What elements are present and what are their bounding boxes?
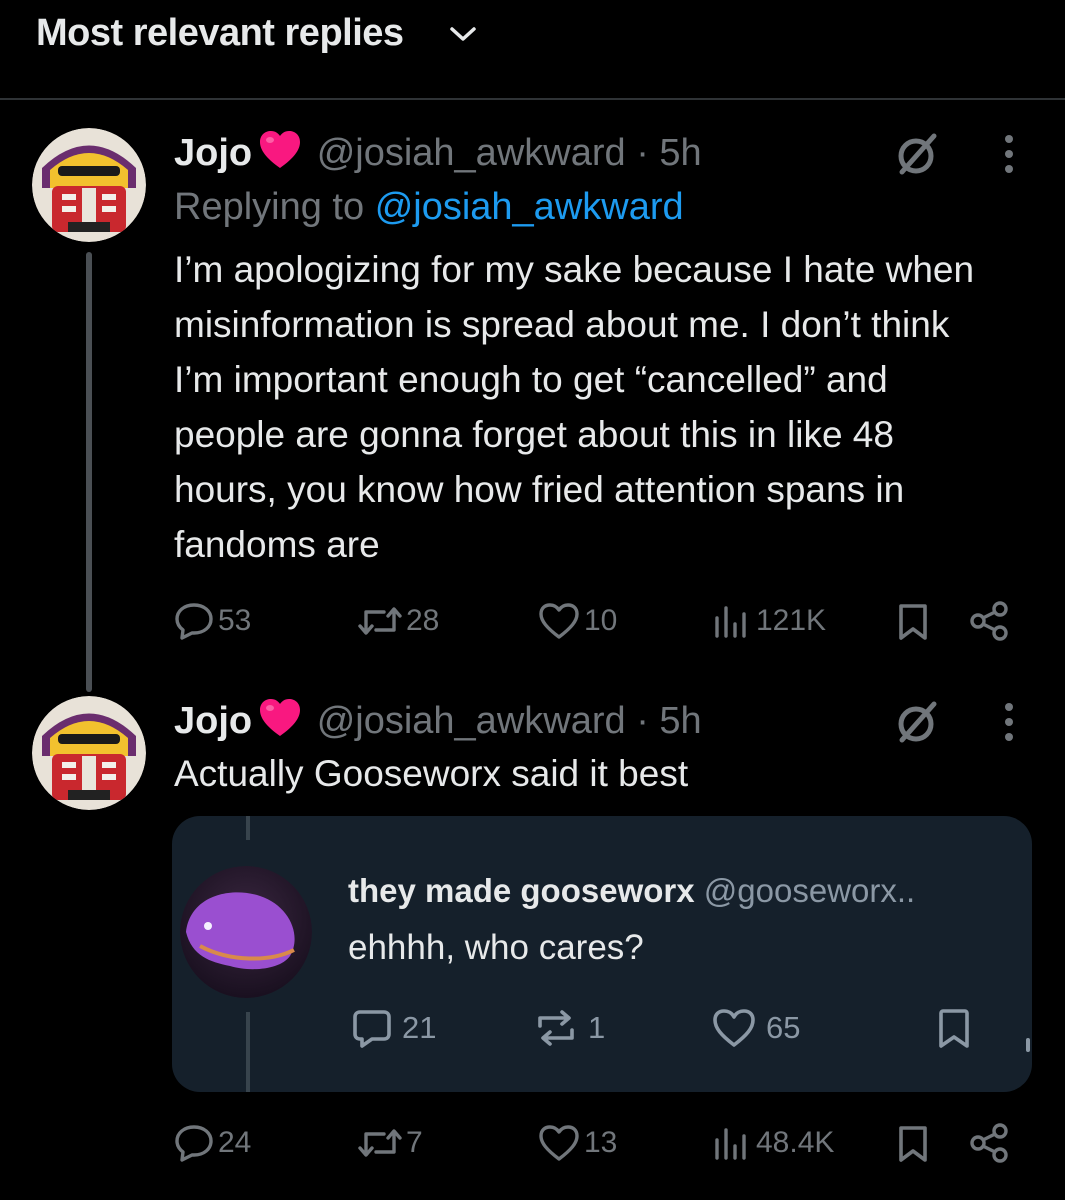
replying-to: Replying to @josiah_awkward [174, 186, 684, 229]
like-icon [539, 603, 579, 639]
replying-to-label: Replying to [174, 186, 365, 228]
repost-icon [358, 607, 402, 635]
share-icon[interactable] [968, 600, 1010, 642]
bookmark-icon[interactable] [896, 602, 930, 642]
quote-header: they made gooseworx @gooseworx.. [348, 872, 915, 910]
grok-icon[interactable] [894, 698, 942, 746]
grok-icon[interactable] [894, 130, 942, 178]
reply-icon [175, 1125, 213, 1162]
more-options-icon[interactable] [1000, 134, 1018, 174]
reply-count: 53 [218, 604, 252, 637]
timestamp[interactable]: 5h [659, 700, 701, 742]
separator-dot: · [636, 132, 649, 175]
reply-count: 24 [218, 1126, 252, 1159]
quote-handle: @gooseworx.. [703, 872, 916, 909]
avatar[interactable] [32, 696, 146, 810]
quote-like-stat: 65 [712, 1008, 800, 1048]
quote-reply-count: 21 [402, 1010, 437, 1045]
chevron-down-icon[interactable] [448, 24, 478, 44]
quoted-image[interactable]: they made gooseworx @gooseworx.. ehhhh, … [172, 816, 1032, 1092]
quote-reply-stat: 21 [352, 1008, 436, 1048]
views-button[interactable]: 121K [712, 602, 826, 640]
tweet-header: Jojo @josiah_awkward · 5h [174, 698, 702, 748]
user-handle[interactable]: @josiah_awkward [317, 132, 626, 174]
quote-clipped-icon [1026, 1038, 1030, 1052]
replying-to-handle[interactable]: @josiah_awkward [375, 186, 684, 228]
views-icon [715, 606, 746, 638]
tweet-text: I’m apologizing for my sake because I ha… [174, 249, 975, 565]
more-options-icon[interactable] [1000, 702, 1018, 742]
like-icon [539, 1125, 579, 1161]
avatar[interactable] [32, 128, 146, 242]
quote-display-name: they made gooseworx [348, 872, 695, 909]
replies-sort-header[interactable]: Most relevant replies [0, 0, 1065, 100]
like-count: 10 [584, 604, 618, 637]
repost-icon [358, 1129, 402, 1157]
repost-count: 7 [406, 1126, 423, 1159]
separator-dot: · [636, 700, 649, 743]
timestamp[interactable]: 5h [659, 132, 701, 174]
tweet-text: Actually Gooseworx said it best [174, 753, 689, 794]
display-name[interactable]: Jojo [174, 700, 252, 742]
quote-avatar [180, 866, 312, 998]
reply-button[interactable]: 24 [174, 1124, 251, 1162]
like-button[interactable]: 10 [538, 602, 617, 640]
views-count: 48.4K [756, 1126, 835, 1159]
like-button[interactable]: 13 [538, 1124, 617, 1162]
reply-icon [175, 603, 213, 640]
thread-connector-line [86, 252, 92, 692]
quote-like-count: 65 [766, 1010, 801, 1045]
repost-count: 28 [406, 604, 440, 637]
display-name[interactable]: Jojo [174, 132, 252, 174]
like-icon [713, 1009, 755, 1047]
sort-label: Most relevant replies [36, 12, 404, 54]
heart-emoji-icon [258, 130, 302, 180]
views-button[interactable]: 48.4K [712, 1124, 834, 1162]
views-count: 121K [756, 604, 827, 637]
repost-button[interactable]: 28 [358, 602, 439, 640]
views-icon [715, 1128, 746, 1160]
repost-icon [538, 1010, 574, 1046]
share-icon[interactable] [968, 1122, 1010, 1164]
repost-button[interactable]: 7 [358, 1124, 423, 1162]
quote-thread-line-bottom [246, 1012, 250, 1092]
user-handle[interactable]: @josiah_awkward [317, 700, 626, 742]
quote-text: ehhhh, who cares? [348, 928, 644, 967]
bookmark-icon[interactable] [896, 1124, 930, 1164]
quote-repost-stat: 1 [534, 1008, 605, 1048]
quote-thread-line-top [246, 816, 250, 840]
tweet-header: Jojo @josiah_awkward · 5h [174, 130, 702, 180]
quote-repost-count: 1 [588, 1010, 606, 1045]
reply-button[interactable]: 53 [174, 602, 251, 640]
heart-emoji-icon [258, 698, 302, 748]
reply-icon [353, 1010, 391, 1048]
bookmark-icon [939, 1009, 969, 1048]
like-count: 13 [584, 1126, 618, 1159]
